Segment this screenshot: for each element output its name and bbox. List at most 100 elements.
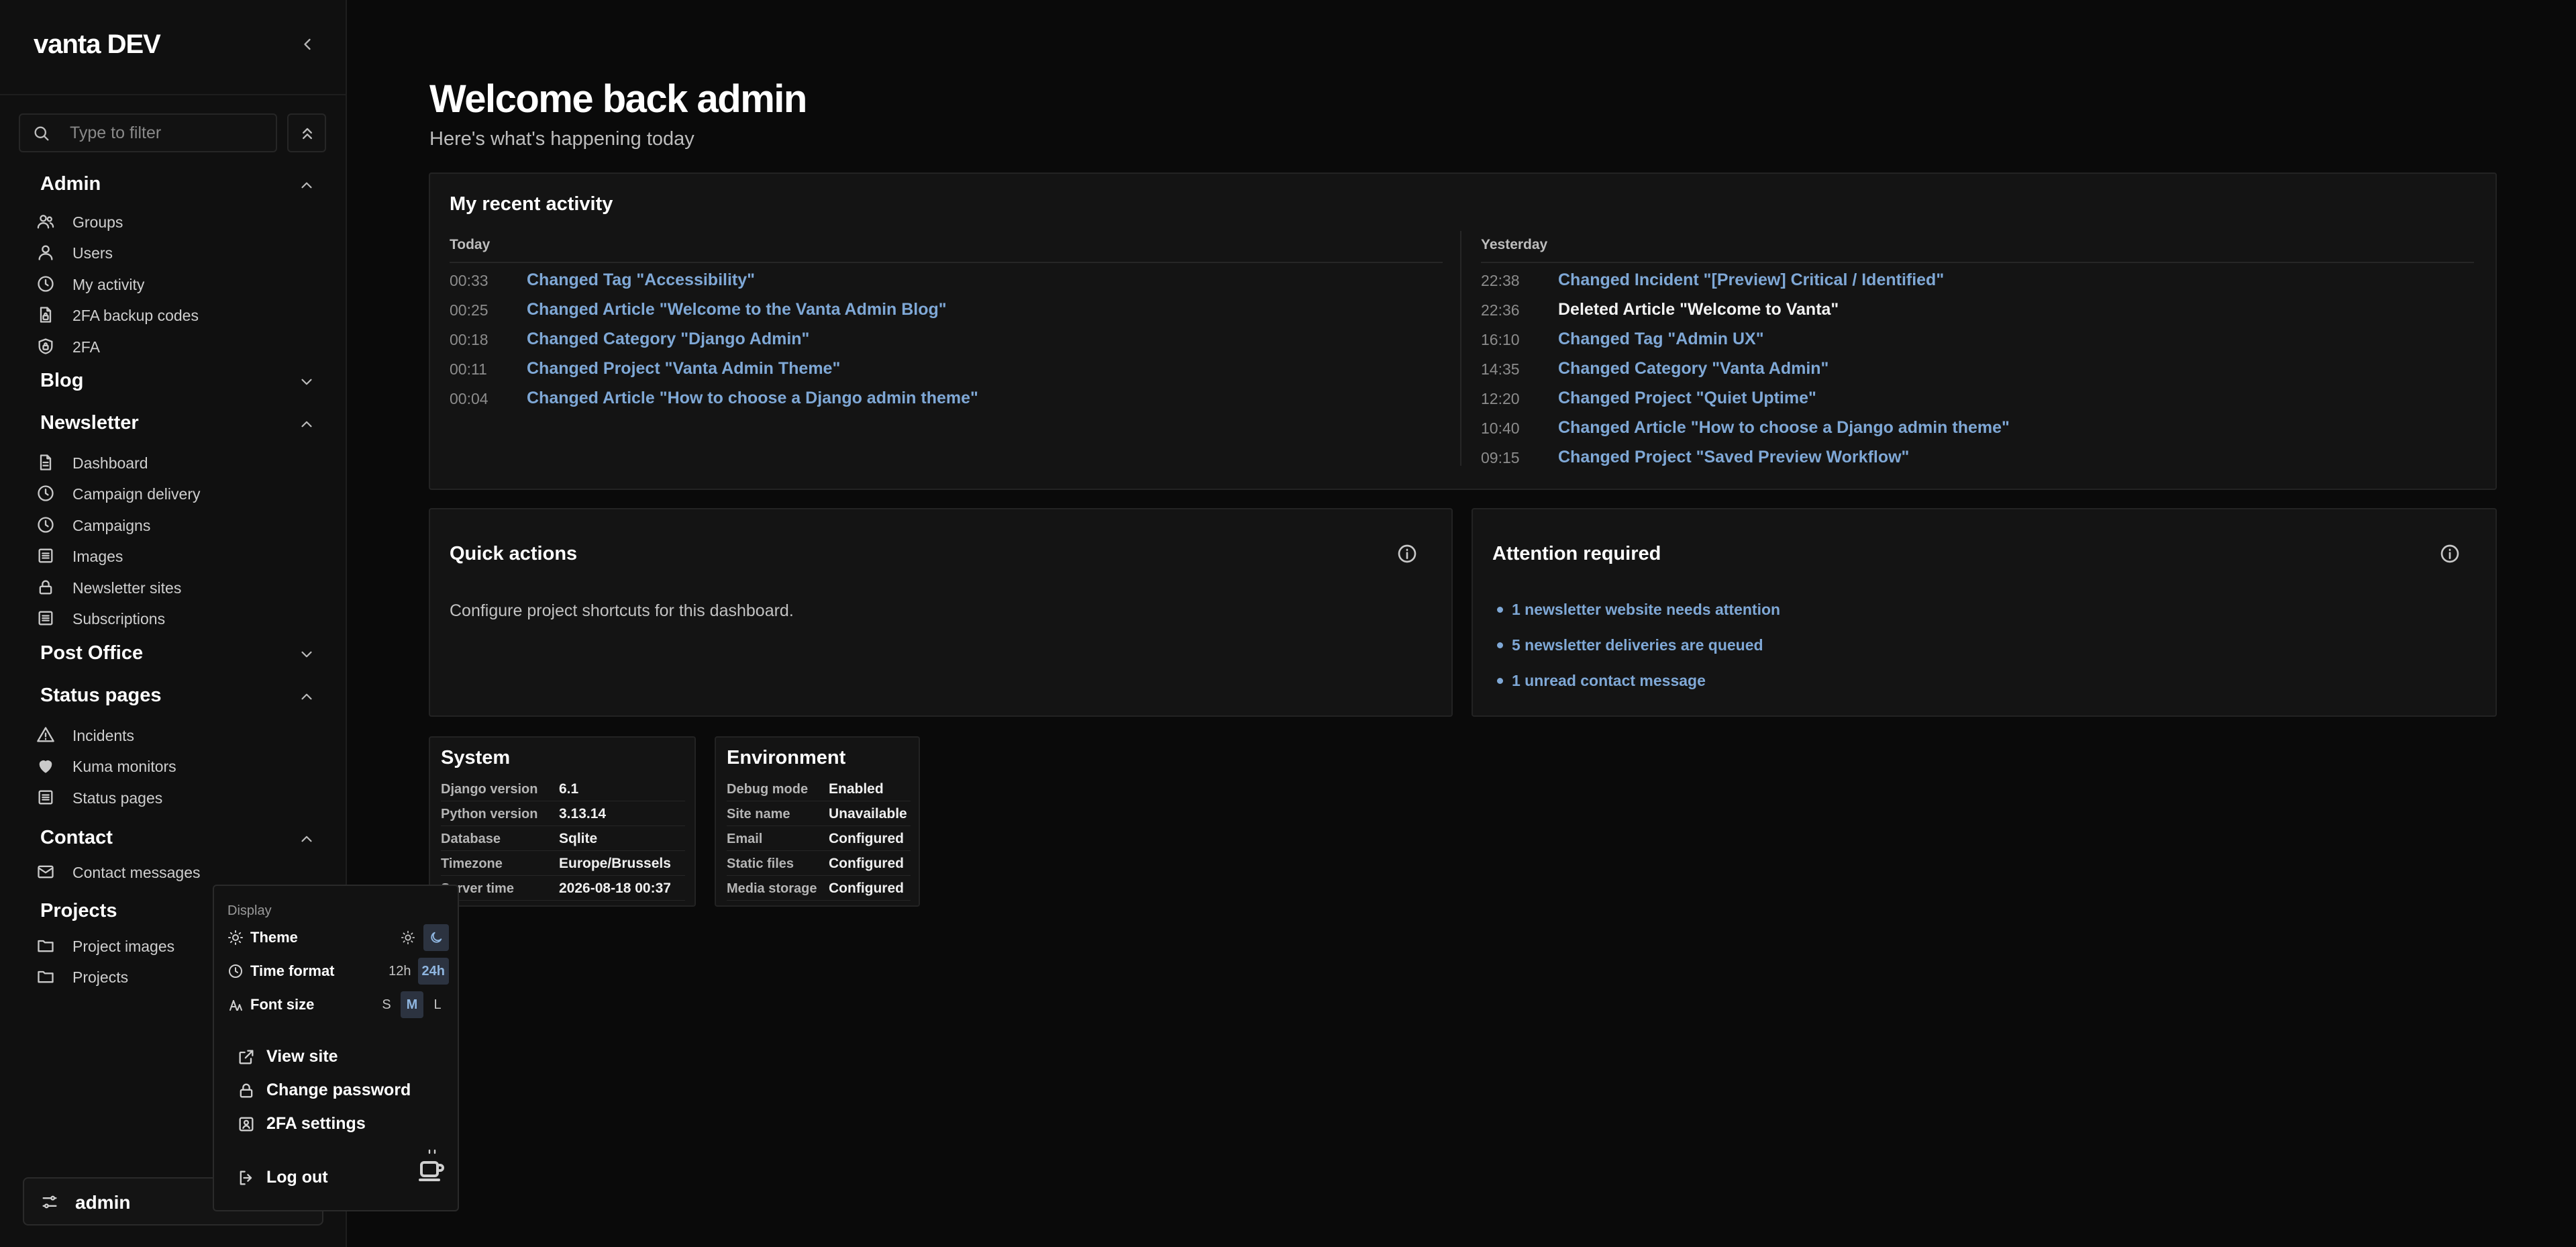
activity-link[interactable]: Changed Article "Welcome to the Vanta Ad…	[527, 300, 947, 319]
font-size-m-option[interactable]: M	[401, 991, 423, 1018]
collapse-sidebar-button[interactable]	[298, 35, 317, 54]
time-format-12h-option[interactable]: 12h	[384, 958, 415, 985]
activity-link[interactable]: Changed Project "Vanta Admin Theme"	[527, 359, 840, 379]
activity-link[interactable]: Changed Category "Django Admin"	[527, 330, 809, 349]
nav-group-post-office[interactable]: Post Office	[40, 641, 315, 668]
nav-group-title: Contact	[40, 827, 113, 848]
activity-time: 00:18	[450, 331, 488, 348]
clock-icon	[229, 964, 242, 978]
bullet	[1497, 607, 1503, 613]
sidebar-item-my-activity[interactable]: My activity	[35, 270, 317, 297]
activity-link[interactable]: Changed Project "Saved Preview Workflow"	[1558, 448, 1909, 467]
info-row: Timezone Europe/Brussels	[441, 851, 685, 876]
activity-link[interactable]: Changed Article "How to choose a Django …	[527, 389, 978, 408]
recent-activity-panel: My recent activity Today Yesterday 00:33…	[429, 172, 2497, 490]
sidebar-item-images[interactable]: Images	[35, 542, 317, 569]
sidebar-item-label: Dashboard	[72, 454, 148, 472]
info-icon[interactable]	[1396, 543, 1418, 564]
page-subtitle: Here's what's happening today	[429, 128, 694, 150]
yesterday-rule	[1481, 262, 2474, 263]
sidebar-item-label: Users	[72, 244, 113, 262]
info-key: Email	[727, 832, 763, 846]
attention-panel: Attention required 1 newsletter website …	[1472, 508, 2497, 717]
info-row: Database Sqlite	[441, 826, 685, 851]
nav-group-status-pages[interactable]: Status pages	[40, 683, 315, 710]
collapse-all-button[interactable]	[287, 113, 326, 152]
file-lock-icon	[40, 307, 52, 323]
sidebar-item-users[interactable]: Users	[35, 239, 317, 266]
info-row: Debug mode Enabled	[727, 777, 911, 801]
today-rule	[450, 262, 1443, 263]
2fa-settings-menu-item[interactable]: 2FA settings	[237, 1107, 445, 1140]
nav-group-title: Status pages	[40, 685, 162, 706]
display-section-label: Display	[227, 903, 272, 918]
view-site-label: View site	[266, 1047, 338, 1066]
info-icon[interactable]	[2439, 543, 2461, 564]
font-size-s-option[interactable]: S	[375, 991, 398, 1018]
activity-link[interactable]: Changed Category "Vanta Admin"	[1558, 359, 1828, 379]
sidebar-item-dashboard[interactable]: Dashboard	[35, 449, 317, 476]
change-password-menu-item[interactable]: Change password	[237, 1074, 445, 1106]
2fa-settings-label: 2FA settings	[266, 1114, 366, 1133]
clock-icon	[38, 276, 54, 292]
sidebar-item-status-pages[interactable]: Status pages	[35, 784, 317, 811]
info-row: Server time 2026-08-18 00:37	[441, 876, 685, 901]
sidebar-item-2fa[interactable]: 2FA	[35, 333, 317, 360]
font-size-toggle: S M L	[375, 991, 449, 1018]
time-format-24h-option[interactable]: 24h	[417, 958, 449, 985]
user-popup-menu: Display Theme Time format 12h 24h Font s…	[213, 885, 459, 1211]
sidebar-item-newsletter-sites[interactable]: Newsletter sites	[35, 574, 317, 601]
activity-row: 10:40 Changed Article "How to choose a Dj…	[1481, 417, 2420, 441]
nav-group-admin[interactable]: Admin	[40, 172, 315, 199]
activity-link[interactable]: Changed Article "How to choose a Django …	[1558, 418, 2010, 438]
info-value: 2026-08-18 00:37	[559, 881, 671, 896]
font-size-icon	[229, 1000, 242, 1011]
attention-link: 1 newsletter website needs attention	[1512, 601, 1781, 618]
list-icon	[38, 611, 53, 626]
nav-group-newsletter[interactable]: Newsletter	[40, 411, 315, 438]
activity-link[interactable]: Changed Incident "[Preview] Critical / I…	[1558, 270, 1944, 290]
yesterday-heading: Yesterday	[1481, 237, 1548, 252]
sidebar-item-label: Campaign delivery	[72, 485, 201, 503]
sidebar-item-subscriptions[interactable]: Subscriptions	[35, 605, 317, 632]
activity-link[interactable]: Changed Tag "Accessibility"	[527, 270, 755, 290]
coffee-cup-icon[interactable]	[419, 1148, 446, 1185]
system-card: System Django version 6.1 Python version 3.…	[429, 736, 696, 907]
theme-dark-option[interactable]	[423, 924, 449, 951]
info-row: Python version 3.13.14	[441, 801, 685, 826]
nav-group-blog[interactable]: Blog	[40, 368, 315, 395]
chevron-down-icon	[301, 379, 312, 385]
sidebar-item-label: My activity	[72, 276, 145, 293]
activity-link[interactable]: Changed Project "Quiet Uptime"	[1558, 389, 1816, 408]
quick-actions-description: Configure project shortcuts for this das…	[450, 601, 794, 620]
info-value: 3.13.14	[559, 806, 607, 821]
activity-time: 22:36	[1481, 301, 1520, 319]
info-row: Django version 6.1	[441, 777, 685, 801]
font-size-l-option[interactable]: L	[426, 991, 449, 1018]
chevron-up-icon	[301, 421, 312, 428]
activity-row: 22:36 Deleted Article "Welcome to Vanta"	[1481, 299, 2420, 323]
filter-input[interactable]	[70, 120, 264, 146]
sidebar-item-groups[interactable]: Groups	[35, 208, 317, 235]
nav-group-contact[interactable]: Contact	[40, 826, 315, 852]
quick-actions-panel: Quick actions Configure project shortcut…	[429, 508, 1453, 717]
sidebar-item-campaigns[interactable]: Campaigns	[35, 511, 317, 538]
activity-row: 12:20 Changed Project "Quiet Uptime"	[1481, 387, 2420, 411]
sidebar-item-campaign-delivery[interactable]: Campaign delivery	[35, 480, 317, 507]
info-row: Media storage Configured	[727, 876, 911, 901]
log-out-menu-item[interactable]: Log out	[237, 1161, 445, 1193]
chevron-left-icon	[304, 38, 311, 50]
theme-light-option[interactable]	[395, 924, 421, 951]
sidebar-item-kuma-monitors[interactable]: Kuma monitors	[35, 752, 317, 779]
lock-icon	[240, 1083, 253, 1098]
info-value: Sqlite	[559, 831, 598, 846]
chevron-up-icon	[301, 693, 312, 700]
sidebar-item-contact-messages[interactable]: Contact messages	[35, 858, 317, 885]
sidebar-item-2fa-backup-codes[interactable]: 2FA backup codes	[35, 301, 317, 328]
info-key: Database	[441, 832, 501, 846]
info-value: Configured	[829, 856, 904, 871]
view-site-menu-item[interactable]: View site	[237, 1040, 445, 1073]
sidebar-item-incidents[interactable]: Incidents	[35, 721, 317, 748]
activity-link[interactable]: Changed Tag "Admin UX"	[1558, 330, 1764, 349]
activity-time: 16:10	[1481, 331, 1520, 348]
